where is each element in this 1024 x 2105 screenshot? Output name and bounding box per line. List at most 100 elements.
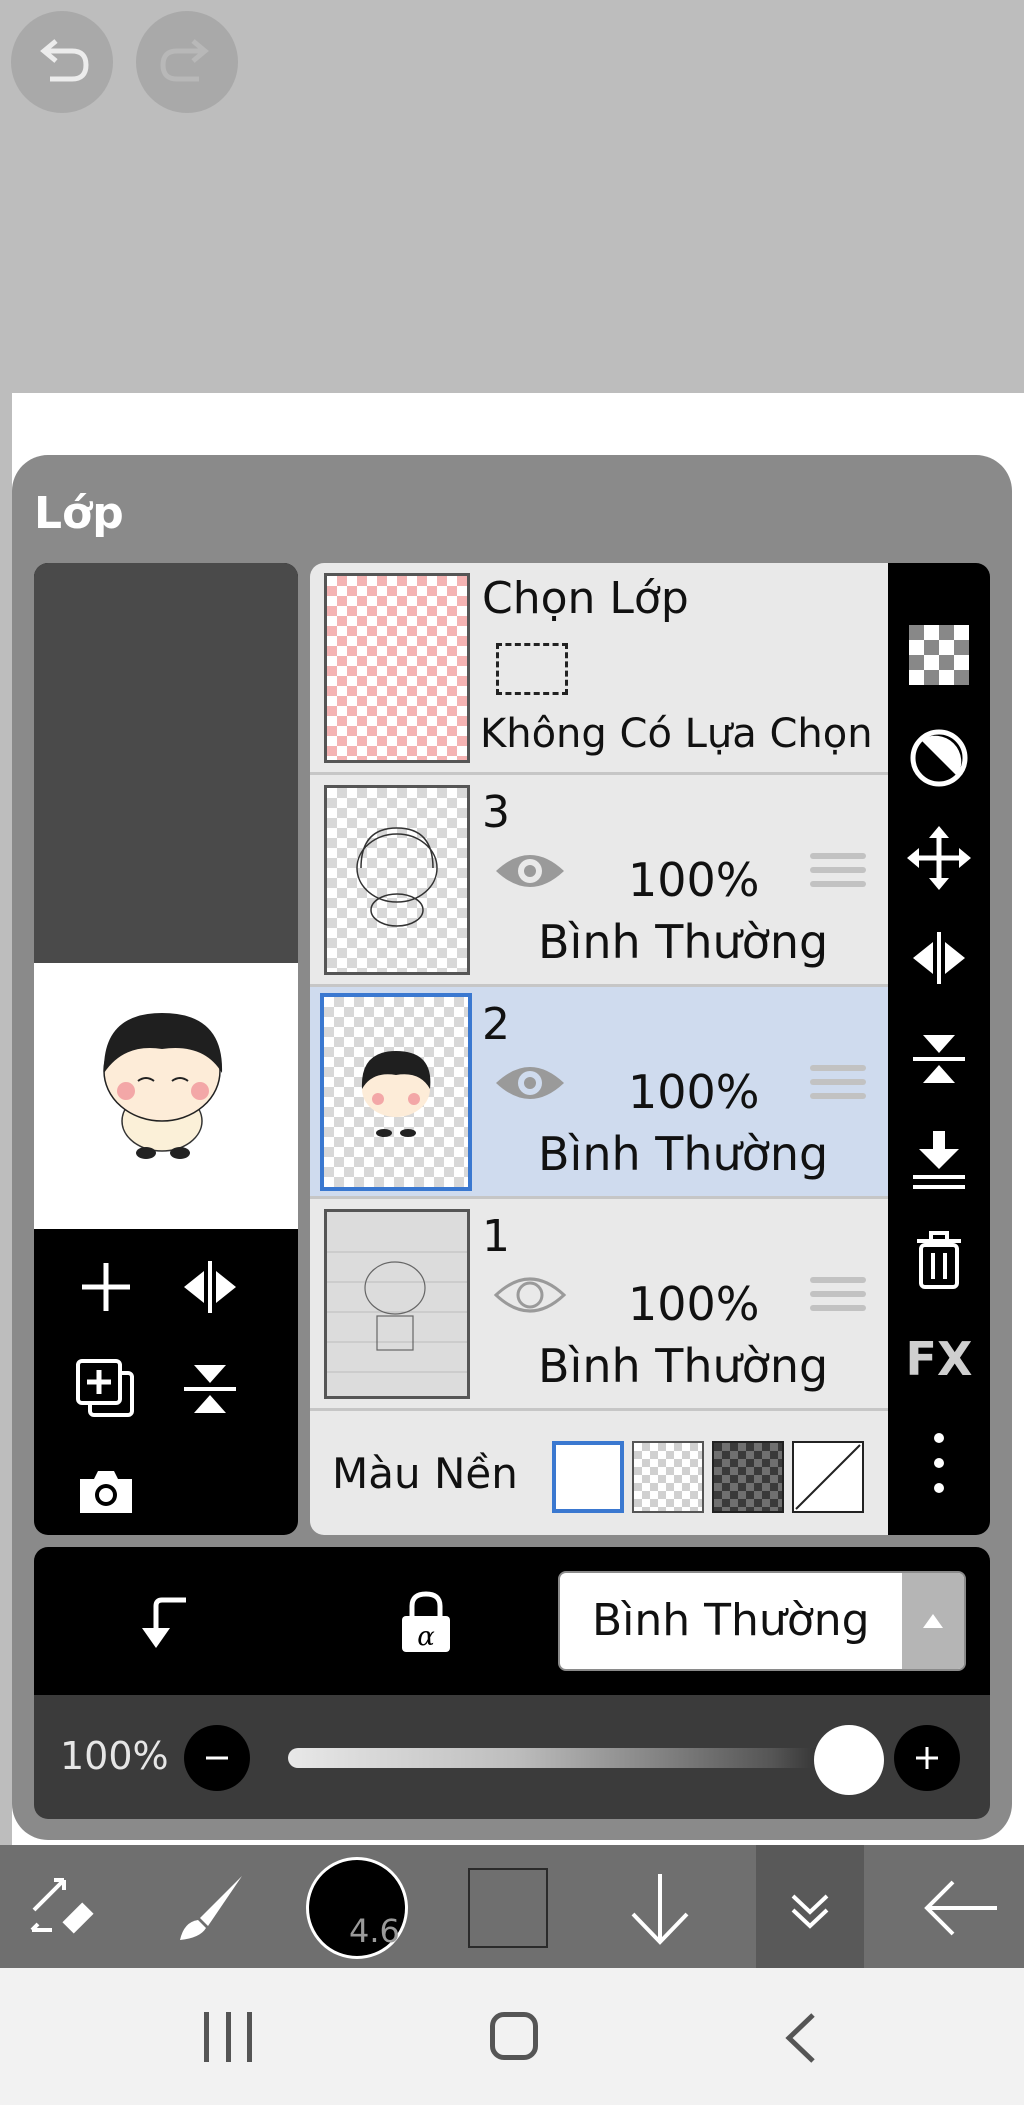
- tool-swap-button[interactable]: [22, 1868, 102, 1948]
- layer-number: 3: [482, 787, 510, 838]
- merge-down-icon: [913, 1131, 965, 1189]
- recent-apps-button[interactable]: [204, 2012, 252, 2062]
- visibility-toggle[interactable]: [492, 1269, 568, 1325]
- alpha-lock-button[interactable]: α: [386, 1582, 466, 1662]
- home-button[interactable]: [490, 2012, 538, 2060]
- background-row: Màu Nền: [310, 1411, 888, 1535]
- system-back-button[interactable]: [776, 2008, 826, 2068]
- half-circle-icon: [910, 729, 968, 787]
- layer-opacity: 100%: [628, 1065, 760, 1119]
- move-icon: [907, 826, 971, 890]
- layer-row[interactable]: 1 100% Bình Thường: [310, 1199, 888, 1411]
- flip-horizontal-button[interactable]: [899, 918, 979, 998]
- layer-opacity: 100%: [628, 1277, 760, 1331]
- canvas-preview: [34, 563, 298, 1535]
- layer-opacity: 100%: [628, 853, 760, 907]
- selection-thumbnail: [324, 573, 470, 763]
- redo-icon: [160, 39, 209, 82]
- drag-handle-icon[interactable]: [810, 1277, 866, 1319]
- recent-apps-icon: [204, 2012, 209, 2062]
- clear-layer-button[interactable]: [899, 615, 979, 695]
- eye-icon: [496, 1067, 564, 1099]
- chevron-double-down-icon: [791, 1894, 829, 1929]
- fx-button[interactable]: FX: [899, 1319, 979, 1399]
- opacity-value: 100%: [60, 1734, 169, 1778]
- merge-down-button[interactable]: [899, 1119, 979, 1199]
- add-layer-button[interactable]: [66, 1247, 146, 1327]
- dropdown-arrow-icon: [902, 1573, 964, 1669]
- alpha-lock-icon: α: [402, 1591, 450, 1652]
- back-button[interactable]: [916, 1866, 1006, 1950]
- background-dark-checker-option[interactable]: [712, 1441, 784, 1513]
- plus-icon: [916, 1747, 938, 1769]
- arrow-left-icon: [924, 1880, 997, 1936]
- eye-icon: [496, 855, 564, 887]
- visibility-toggle[interactable]: [492, 845, 568, 901]
- opacity-decrease-button[interactable]: [184, 1725, 250, 1791]
- fx-icon: FX: [905, 1332, 973, 1386]
- background-white-option[interactable]: [552, 1441, 624, 1513]
- background-checker-option[interactable]: [632, 1441, 704, 1513]
- flip-layer-horizontal-button[interactable]: [170, 1247, 250, 1327]
- color-swatch-button[interactable]: [468, 1868, 548, 1948]
- drag-handle-icon[interactable]: [810, 853, 866, 895]
- layer-tools-column: FX: [888, 563, 990, 1535]
- visibility-toggle[interactable]: [492, 1057, 568, 1113]
- selection-title: Chọn Lớp: [482, 573, 689, 624]
- no-background-icon: [795, 1444, 861, 1510]
- flip-horizontal-icon: [913, 932, 965, 984]
- character-preview: [103, 1013, 223, 1159]
- blend-mode-value: Bình Thường: [592, 1595, 870, 1646]
- layer-blend-mode: Bình Thường: [538, 915, 829, 969]
- opacity-slider-thumb[interactable]: [814, 1725, 884, 1795]
- layer-row-selected[interactable]: 2 100% Bình Thường: [310, 987, 888, 1199]
- layer-thumbnail: [324, 785, 470, 975]
- alpha-mask-button[interactable]: [899, 718, 979, 798]
- brush-tool-button[interactable]: [170, 1868, 250, 1948]
- flip-horizontal-icon: [184, 1261, 236, 1313]
- layer-list: Chọn Lớp Không Có Lựa Chọn 3 100% Bình T…: [310, 563, 888, 1535]
- clipping-button[interactable]: [124, 1582, 204, 1662]
- layer-row[interactable]: 3 100% Bình Thường: [310, 775, 888, 987]
- preview-viewport[interactable]: [34, 563, 298, 963]
- brush-size-value: 4.6: [349, 1912, 400, 1950]
- clipping-icon: [142, 1597, 186, 1648]
- background-none-option[interactable]: [792, 1441, 864, 1513]
- chevron-left-icon: [785, 2013, 815, 2063]
- redo-button[interactable]: [136, 11, 238, 113]
- blend-mode-select[interactable]: Bình Thường: [558, 1571, 966, 1671]
- camera-icon: [80, 1471, 132, 1513]
- layer-number: 1: [482, 1211, 510, 1262]
- opacity-increase-button[interactable]: [894, 1725, 960, 1791]
- duplicate-layer-button[interactable]: [66, 1349, 146, 1429]
- panel-title: Lớp: [34, 488, 124, 539]
- checker-icon: [909, 625, 969, 685]
- camera-button[interactable]: [66, 1451, 146, 1531]
- layer-down-button[interactable]: [618, 1866, 702, 1950]
- more-vertical-icon: [934, 1433, 944, 1493]
- layer-thumbnail: [320, 993, 472, 1191]
- layer-thumbnail: [324, 1209, 470, 1399]
- undo-icon: [40, 39, 89, 82]
- duplicate-icon: [76, 1359, 134, 1417]
- selection-layer-row[interactable]: Chọn Lớp Không Có Lựa Chọn: [310, 563, 888, 775]
- layer-blend-mode: Bình Thường: [538, 1127, 829, 1181]
- flip-vertical-button[interactable]: [899, 1019, 979, 1099]
- minus-icon: [206, 1756, 228, 1760]
- undo-button[interactable]: [11, 11, 113, 113]
- opacity-slider-track[interactable]: [288, 1748, 858, 1768]
- move-layer-button[interactable]: [899, 818, 979, 898]
- brush-icon: [180, 1876, 242, 1940]
- flip-layer-vertical-button[interactable]: [170, 1349, 250, 1429]
- selection-marquee-icon: [496, 643, 568, 695]
- trash-icon: [917, 1231, 961, 1289]
- svg-text:α: α: [417, 1622, 435, 1652]
- selection-status: Không Có Lựa Chọn: [480, 711, 873, 757]
- preview-thumbnail[interactable]: [34, 963, 298, 1229]
- drag-handle-icon[interactable]: [810, 1065, 866, 1107]
- eye-icon: [493, 1277, 567, 1313]
- delete-layer-button[interactable]: [899, 1219, 979, 1299]
- collapse-panel-button[interactable]: [756, 1845, 864, 1968]
- more-options-button[interactable]: [899, 1423, 979, 1503]
- brush-size-button[interactable]: 4.6: [306, 1857, 408, 1959]
